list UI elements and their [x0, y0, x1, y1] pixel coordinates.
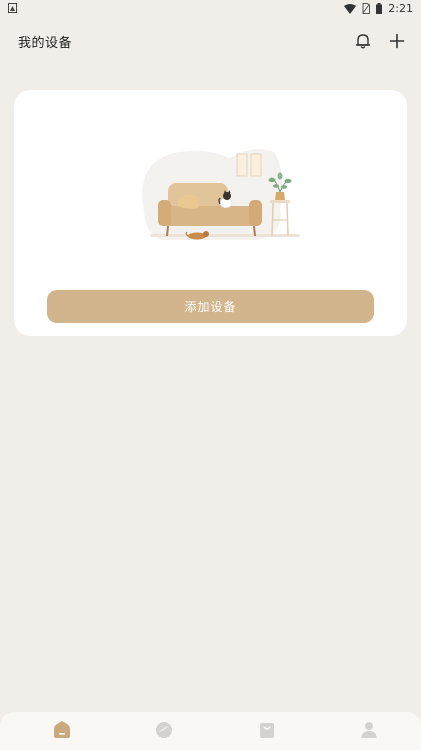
notifications-button[interactable] [350, 28, 376, 54]
add-button[interactable] [384, 28, 410, 54]
status-time: 2:21 [388, 2, 413, 15]
status-bar: 2:21 [0, 0, 421, 18]
tab-home[interactable] [50, 718, 74, 742]
living-room-illustration [142, 149, 300, 240]
plus-icon [389, 33, 405, 49]
wifi-icon [344, 3, 357, 14]
notification-icon [8, 3, 17, 13]
shopping-bag-icon [260, 723, 274, 738]
chat-bubble-icon [156, 722, 172, 738]
device-card: 添加设备 [14, 90, 407, 336]
page-title: 我的设备 [18, 36, 73, 51]
home-icon [54, 721, 70, 738]
bell-icon [355, 34, 371, 49]
tab-profile[interactable] [357, 718, 381, 742]
bottom-tab-bar [0, 712, 421, 750]
tab-discover[interactable] [152, 718, 176, 742]
no-sim-icon [362, 3, 371, 14]
person-icon [361, 722, 377, 738]
add-device-button[interactable]: 添加设备 [47, 290, 374, 323]
tab-shop[interactable] [255, 718, 279, 742]
battery-icon [376, 3, 383, 14]
top-bar: 我的设备 [0, 28, 421, 56]
